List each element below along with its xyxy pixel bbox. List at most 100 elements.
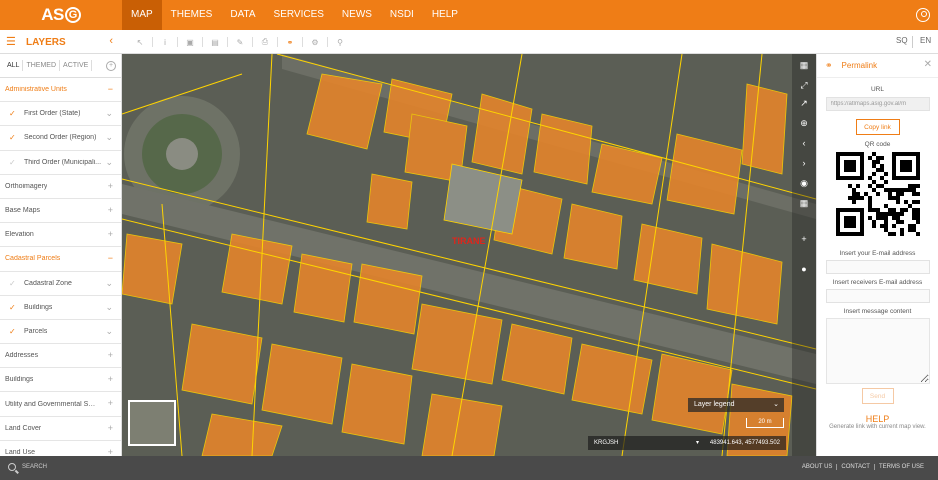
add-layer-icon[interactable]: + [106,61,116,71]
footer-link-about[interactable]: ABOUT US [798,464,837,470]
lang-sq[interactable]: SQ [896,36,908,45]
bottom-bar: SEARCH ABOUT US CONTACT TERMS OF USE [0,456,938,480]
chevron-down-icon[interactable]: ⌄ [105,278,113,289]
layer-item[interactable]: ✓ Cadastral Zone ⌄ [0,272,121,296]
settings-icon[interactable]: ⚙ [303,38,327,47]
footer-link-contact[interactable]: CONTACT [836,464,874,470]
plus-icon[interactable]: + [792,234,816,244]
layer-group[interactable]: Land Cover + [0,417,121,441]
email-field[interactable] [825,260,930,274]
nav-themes[interactable]: THEMES [162,0,222,30]
layer-group[interactable]: Utility and Governmental Se... + [0,392,121,417]
nav-help[interactable]: HELP [423,0,467,30]
qr-module [851,192,856,196]
plus-icon[interactable]: + [108,229,113,239]
layer-group[interactable]: Addresses + [0,344,121,369]
qr-module [899,192,904,196]
layer-group[interactable]: Buildings + [0,368,121,393]
copy-link-button[interactable]: Copy link [855,119,900,135]
layer-item[interactable]: ✓ Buildings ⌄ [0,296,121,320]
plus-icon[interactable]: + [108,205,113,215]
close-icon[interactable]: ✕ [924,59,932,70]
chevron-down-icon: ⌄ [773,401,779,408]
message-field[interactable] [825,318,930,384]
url-field[interactable] [825,97,930,111]
send-button[interactable]: Send [861,388,894,404]
checkmark-icon[interactable]: ✓ [9,303,18,312]
plus-icon[interactable]: + [108,423,113,433]
select-icon[interactable]: ↖ [128,38,152,47]
grid-icon[interactable]: ▦ [792,198,816,209]
search-icon[interactable]: ⚲ [328,38,352,47]
plus-icon[interactable]: + [108,181,113,191]
asig-logo[interactable]: AS G [0,0,122,30]
chevron-down-icon[interactable]: ▾ [696,436,699,450]
nav-data[interactable]: DATA [221,0,264,30]
tab-all[interactable]: ALL [4,60,24,71]
tab-themed[interactable]: THEMED [23,60,61,71]
chevron-down-icon[interactable]: ⌄ [105,326,113,337]
basemap-icon[interactable]: ▦ [792,60,816,71]
layer-legend-dropdown[interactable]: Layer legend ⌄ [688,398,784,412]
zoom-in-icon[interactable]: ⊕ [792,118,816,129]
minus-icon[interactable]: − [108,84,113,94]
print-icon[interactable]: ⎙ [253,37,277,47]
collapse-panel-icon[interactable]: ‹ [109,35,113,47]
layer-group[interactable]: Land Use + [0,441,121,456]
compass-icon[interactable]: ◉ [792,178,816,189]
link-icon[interactable]: ⚭ [278,38,302,47]
layer-item[interactable]: ✓ Second Order (Region) ⌄ [0,126,121,151]
chevron-down-icon[interactable]: ⌄ [105,108,113,119]
footer-link-terms[interactable]: TERMS OF USE [873,464,928,470]
chevron-left-icon[interactable]: ‹ [792,138,816,148]
info-icon[interactable]: i [153,38,177,47]
layer-item[interactable]: ✓ First Order (State) ⌄ [0,102,121,127]
layer-item[interactable]: ✓ Third Order (Municipali... ⌄ [0,151,121,175]
checkmark-icon[interactable]: ✓ [9,158,18,167]
plus-icon[interactable]: + [108,374,113,384]
layer-group[interactable]: Orthoimagery + [0,175,121,199]
qr-module [895,200,900,204]
nav-services[interactable]: SERVICES [265,0,333,30]
nav-news[interactable]: NEWS [333,0,381,30]
receivers-email-field[interactable] [825,289,930,303]
tab-active[interactable]: ACTIVE [60,60,93,71]
fullscreen-icon[interactable]: ⤢ [792,80,816,91]
zoom-box-icon[interactable]: ▣ [178,38,202,47]
chevron-down-icon[interactable]: ⌄ [105,157,113,168]
toolbar: ☰ LAYERS ‹ ↖ i ▣ ▤ ✎ ⎙ ⚭ ⚙ ⚲ SQ EN [0,30,938,54]
layer-group[interactable]: Base Maps + [0,199,121,224]
plus-icon[interactable]: + [108,350,113,360]
checkmark-icon[interactable]: ✓ [9,133,18,142]
plus-icon[interactable]: + [108,447,113,456]
minus-icon[interactable]: − [108,253,113,263]
chevron-down-icon[interactable]: ⌄ [105,132,113,143]
crs-selector[interactable]: KRGJSH [594,436,618,450]
layer-group[interactable]: Administrative Units − [0,78,121,103]
search-icon[interactable] [8,463,16,471]
nav-map[interactable]: MAP [122,0,162,30]
qr-module [879,168,884,172]
qr-module [899,208,904,212]
overview-map[interactable] [128,400,176,446]
search-label[interactable]: SEARCH [22,464,47,470]
checkmark-icon[interactable]: ✓ [9,327,18,336]
qr-module [883,172,888,176]
lang-en[interactable]: EN [920,36,931,45]
layer-group[interactable]: Cadastral Parcels − [0,247,121,272]
nav-nsdi[interactable]: NSDI [381,0,423,30]
edit-icon[interactable]: ✎ [228,38,252,47]
map-canvas[interactable]: TIRANE Layer legend ⌄ 20 m KRGJSH ▾ 4839… [122,54,816,456]
expand-icon[interactable]: ↗ [792,98,816,109]
checkmark-icon[interactable]: ✓ [9,109,18,118]
layer-group[interactable]: Elevation + [0,223,121,248]
measure-icon[interactable]: ▤ [203,38,227,47]
layer-item[interactable]: ✓ Parcels ⌄ [0,320,121,345]
location-icon[interactable]: ● [792,264,816,274]
layers-icon: ☰ [6,36,16,48]
chevron-right-icon[interactable]: › [792,158,816,168]
user-icon[interactable] [916,8,930,22]
plus-icon[interactable]: + [108,398,113,408]
checkmark-icon[interactable]: ✓ [9,279,18,288]
chevron-down-icon[interactable]: ⌄ [105,302,113,313]
